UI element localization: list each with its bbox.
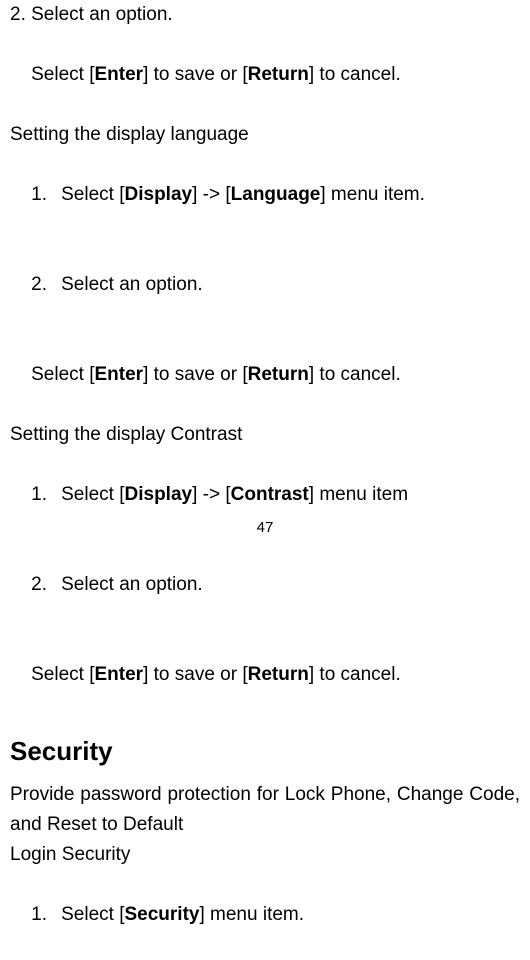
- step-number: 1.: [31, 180, 61, 210]
- menu-language: Language: [231, 184, 321, 205]
- text-fragment: Select [: [61, 484, 124, 505]
- text-fragment: ] to cancel.: [309, 364, 401, 385]
- text-fragment: ] to save or [: [143, 64, 248, 85]
- section-description: Provide password protection for Lock Pho…: [10, 780, 520, 840]
- step-line: 1.Select [Display] -> [Language] menu it…: [10, 150, 520, 240]
- text-fragment: ] to save or [: [143, 364, 248, 385]
- text-fragment: Select [: [31, 664, 94, 685]
- step-line: 2.Select an option.: [10, 240, 520, 330]
- document-page: 2. Select an option. Select [Enter] to s…: [0, 0, 530, 548]
- menu-display: Display: [125, 184, 193, 205]
- section-heading-security: Security: [10, 726, 520, 776]
- text-fragment: ] menu item.: [199, 904, 304, 925]
- text-fragment: Select [: [61, 184, 124, 205]
- subsection-title-login-security: Login Security: [10, 840, 520, 870]
- step-line: 2. Select an option.: [10, 0, 520, 30]
- step-number: 2.: [31, 570, 61, 600]
- text-fragment: ] -> [: [192, 184, 231, 205]
- menu-display: Display: [125, 484, 193, 505]
- step-line: 1.Select [Security] menu item.: [10, 870, 520, 960]
- save-cancel-line: Select [Enter] to save or [Return] to ca…: [10, 30, 520, 120]
- subsection-title-contrast: Setting the display Contrast: [10, 420, 520, 450]
- menu-contrast: Contrast: [231, 484, 309, 505]
- menu-security: Security: [125, 904, 200, 925]
- key-enter: Enter: [95, 664, 144, 685]
- key-return: Return: [248, 664, 309, 685]
- text-fragment: Select [: [61, 904, 124, 925]
- key-return: Return: [248, 64, 309, 85]
- key-return: Return: [248, 364, 309, 385]
- step-number: 2.: [31, 270, 61, 300]
- text-fragment: Select [: [31, 364, 94, 385]
- key-enter: Enter: [95, 64, 144, 85]
- step-number: 1.: [31, 900, 61, 930]
- save-cancel-line: Select [Enter] to save or [Return] to ca…: [10, 330, 520, 420]
- step-number: 1.: [31, 480, 61, 510]
- text-fragment: ] -> [: [192, 484, 231, 505]
- text-fragment: ] to cancel.: [309, 64, 401, 85]
- key-enter: Enter: [95, 364, 144, 385]
- step-line: 2.Select an option.: [10, 540, 520, 630]
- save-cancel-line: Select [Enter] to save or [Return] to ca…: [10, 630, 520, 720]
- text-fragment: Select an option.: [61, 574, 203, 595]
- subsection-title-language: Setting the display language: [10, 120, 520, 150]
- text-fragment: ] to save or [: [143, 664, 248, 685]
- text-fragment: Select an option.: [61, 274, 203, 295]
- text-fragment: ] to cancel.: [309, 664, 401, 685]
- text-fragment: ] menu item: [309, 484, 408, 505]
- page-number: 47: [0, 519, 530, 536]
- text-fragment: ] menu item.: [320, 184, 425, 205]
- text-fragment: Select [: [31, 64, 94, 85]
